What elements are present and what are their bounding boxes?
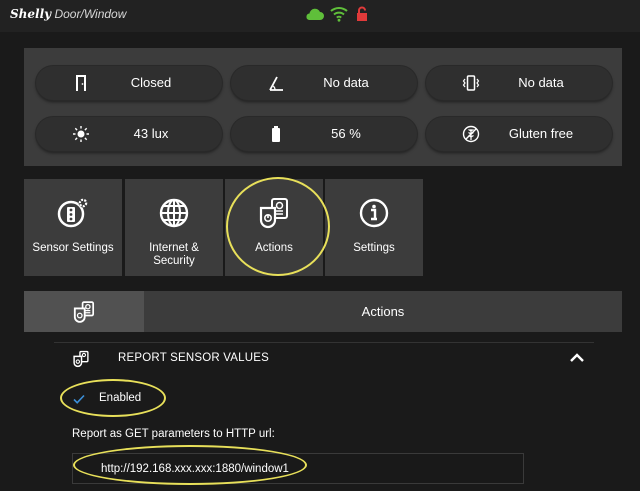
menu-label: Actions [255, 242, 293, 254]
sensor-pill-tilt: No data [231, 66, 417, 100]
actions-tab-icon-box[interactable] [24, 291, 144, 332]
lock-icon [356, 6, 368, 27]
sensor-value: 56 % [331, 126, 361, 141]
brand-product: Door/Window [54, 7, 127, 21]
url-field-label: Report as GET parameters to HTTP url: [72, 428, 275, 440]
actions-title: Actions [361, 304, 405, 319]
report-sensor-values-section: REPORT SENSOR VALUES Enabled Report as G… [54, 342, 594, 491]
sensor-value: Closed [130, 75, 172, 90]
actions-header: Actions [24, 291, 622, 332]
enabled-label: Enabled [99, 392, 142, 404]
menu-label: Sensor Settings [32, 242, 114, 254]
menu-label: Internet & Security [149, 242, 199, 267]
sensor-pill-vibration: No data [426, 66, 612, 100]
top-bar: Shelly Door/Window [0, 0, 640, 32]
menu-settings[interactable]: Settings [325, 179, 423, 276]
globe-icon [157, 196, 191, 230]
sensor-value: Gluten free [508, 126, 574, 141]
actions-icon [257, 196, 291, 230]
menu-internet-security[interactable]: Internet & Security [125, 179, 223, 276]
wifi-icon [330, 6, 348, 27]
brand: Shelly Door/Window [10, 7, 126, 21]
menu-sensor-settings[interactable]: Sensor Settings [24, 179, 122, 276]
actions-icon [72, 350, 90, 368]
section-title: REPORT SENSOR VALUES [118, 352, 269, 364]
sensor-pill-battery: 56 % [231, 117, 417, 151]
sensor-pill-lux: 43 lux [36, 117, 222, 151]
sensor-value: No data [323, 75, 369, 90]
cloud-icon [304, 6, 324, 27]
menu-label: Settings [353, 242, 395, 254]
sensor-value: 43 lux [133, 126, 169, 141]
sensor-pill-gluten: Gluten free [426, 117, 612, 151]
menu-actions[interactable]: Actions [225, 179, 323, 276]
report-url-input[interactable] [72, 453, 524, 484]
brand-logo: Shelly [10, 7, 52, 21]
chevron-up-icon[interactable] [569, 351, 585, 365]
sensor-value: No data [518, 75, 564, 90]
actions-icon [72, 300, 96, 329]
checkmark-icon [72, 392, 86, 406]
sensor-panel: Closed No data No data 43 lux 56 % Glute… [24, 48, 622, 166]
sensor-settings-icon [56, 196, 90, 230]
sensor-pill-door: Closed [36, 66, 222, 100]
info-icon [357, 196, 391, 230]
